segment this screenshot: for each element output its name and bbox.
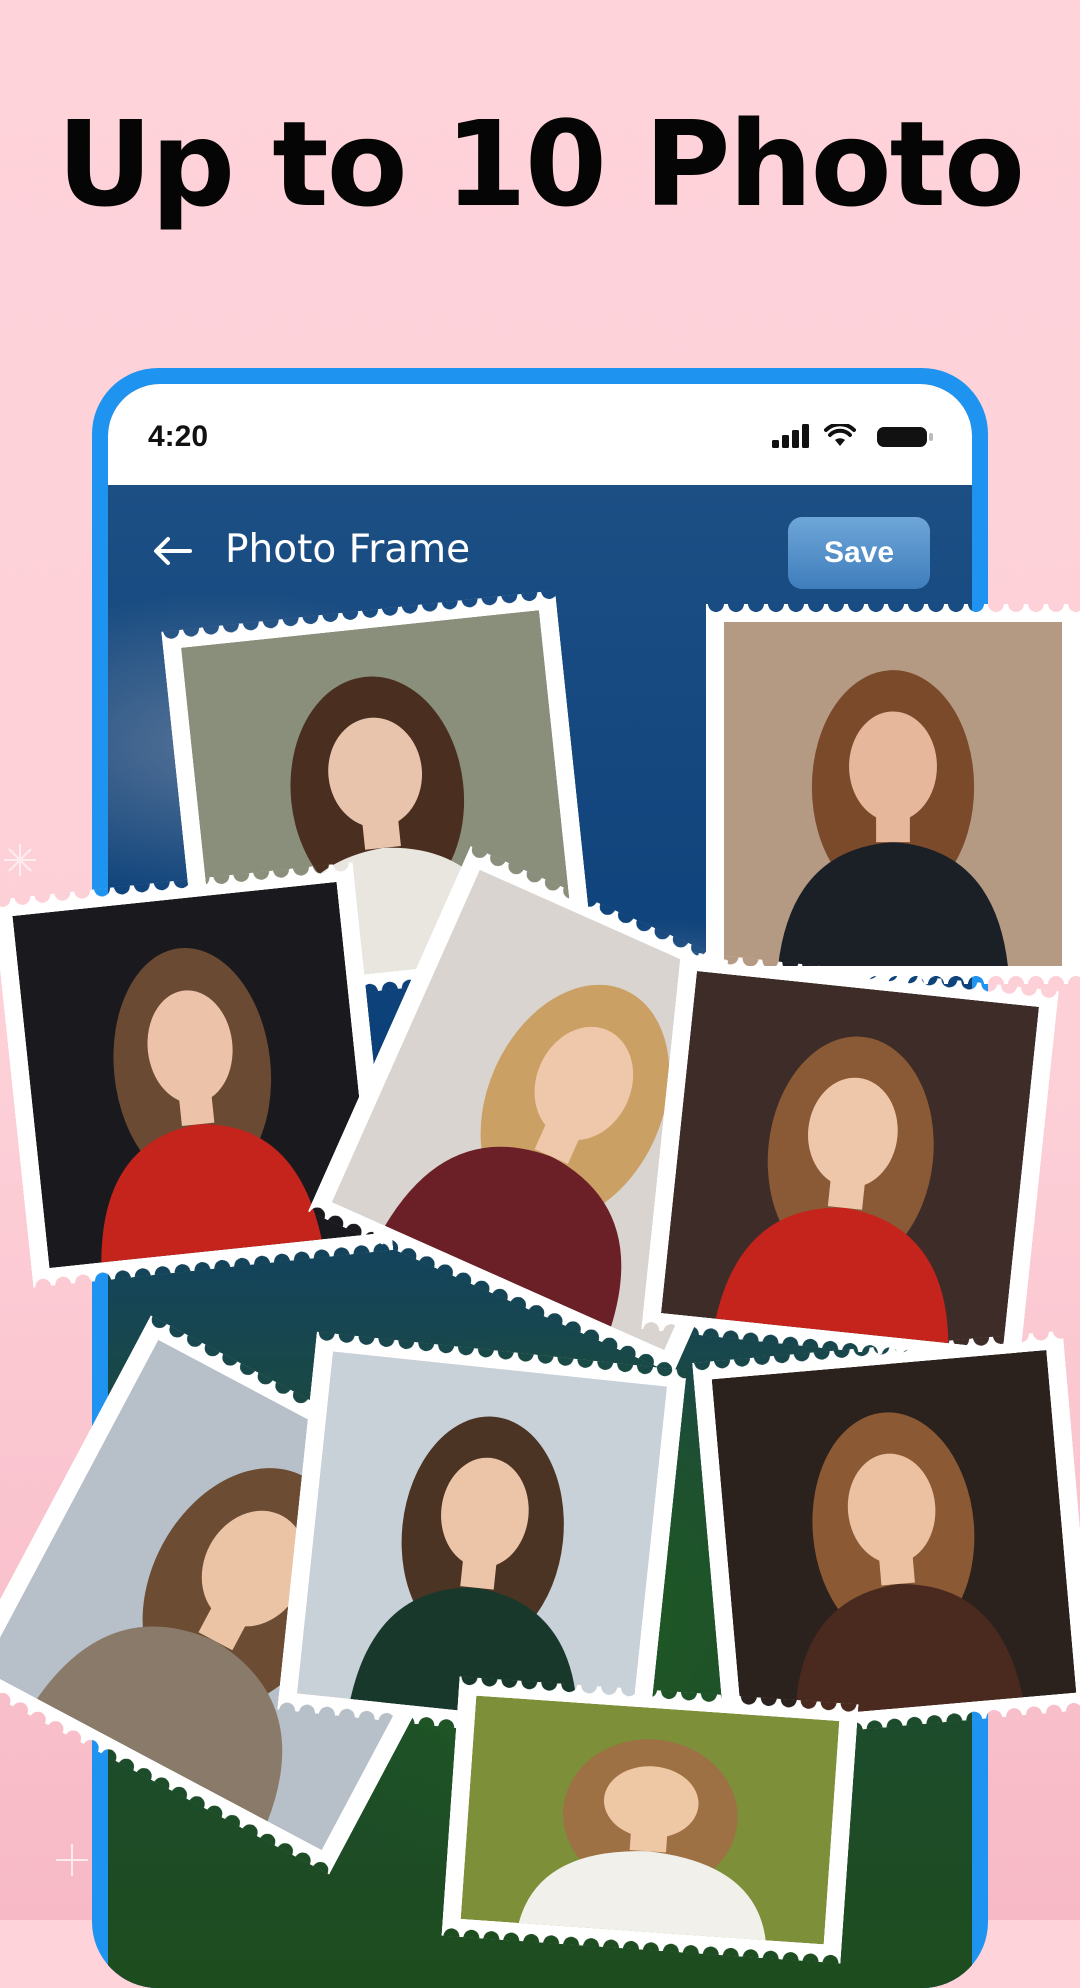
status-icons [764,424,934,448]
portrait-photo [724,622,1062,966]
sparkle-icon [4,844,36,876]
page-title: Photo Frame [225,527,471,572]
back-arrow-icon[interactable] [152,535,192,567]
photo-frame-stamp[interactable] [0,862,394,1288]
portrait-image [296,1351,668,1729]
portrait-image [660,970,1040,1350]
photo-frame-stamp[interactable] [692,1330,1080,1742]
photo-frame-stamp[interactable] [641,951,1059,1369]
portrait-photo [711,1350,1077,1722]
portrait-image [724,622,1062,966]
app-bar: Photo Frame Save [108,485,972,597]
save-button[interactable]: Save [788,517,930,589]
battery-icon [877,427,933,447]
status-time: 4:20 [148,420,209,453]
sparkle-icon [56,1844,88,1876]
portrait-photo [460,1695,840,1945]
headline: Up to 10 Photo [56,95,1025,233]
portrait-image [460,1695,840,1945]
wifi-icon [824,424,856,446]
photo-frame-stamp[interactable] [706,604,1080,984]
status-bar: 4:20 [108,384,972,485]
portrait-image [711,1350,1077,1722]
portrait-photo [296,1351,668,1729]
signal-icon [772,424,809,448]
portrait-photo [660,970,1040,1350]
photo-frame-stamp[interactable] [441,1676,859,1964]
